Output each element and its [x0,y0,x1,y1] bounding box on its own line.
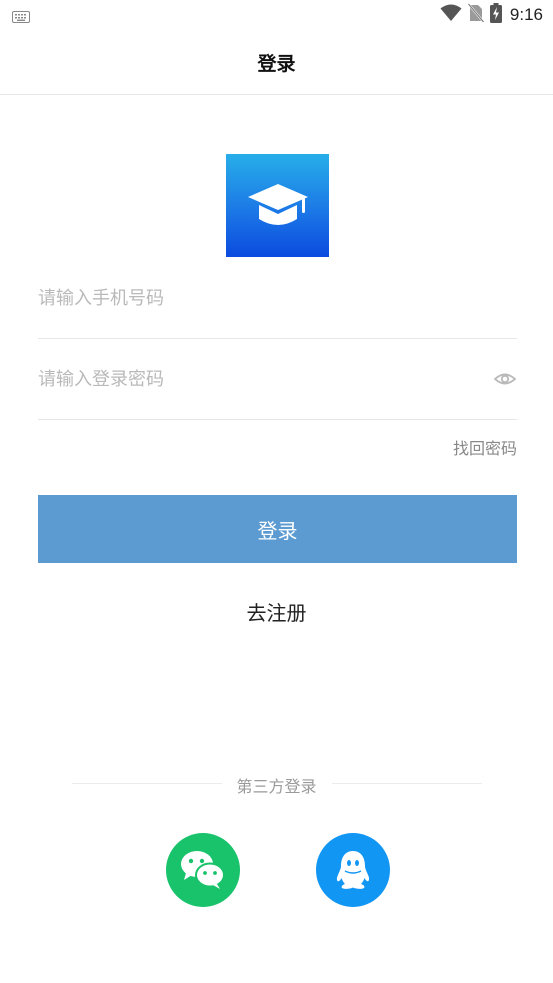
no-sim-icon [467,3,485,27]
third-party-login-label: 第三方登录 [236,777,317,796]
forgot-password-link[interactable]: 找回密码 [453,435,517,459]
password-field-row [38,339,517,420]
wechat-login-button[interactable] [166,833,240,907]
register-link[interactable]: 去注册 [0,597,553,626]
battery-charging-icon [489,3,502,27]
top-bar: 登录 [0,30,553,95]
clock: 9:16 [509,5,543,24]
wifi-icon [440,4,462,26]
qq-login-button[interactable] [316,833,390,907]
phone-field-row [38,258,517,339]
phone-input[interactable] [38,258,478,338]
keyboard-icon [12,8,30,27]
page-title: 登录 [257,53,296,75]
graduation-cap-icon [247,183,308,225]
eye-icon[interactable] [493,367,517,391]
wechat-icon [181,851,225,889]
login-button[interactable]: 登录 [38,495,517,563]
status-bar: 9:16 [0,0,553,30]
password-input[interactable] [38,339,478,419]
app-logo [226,154,329,257]
qq-icon [336,851,370,889]
